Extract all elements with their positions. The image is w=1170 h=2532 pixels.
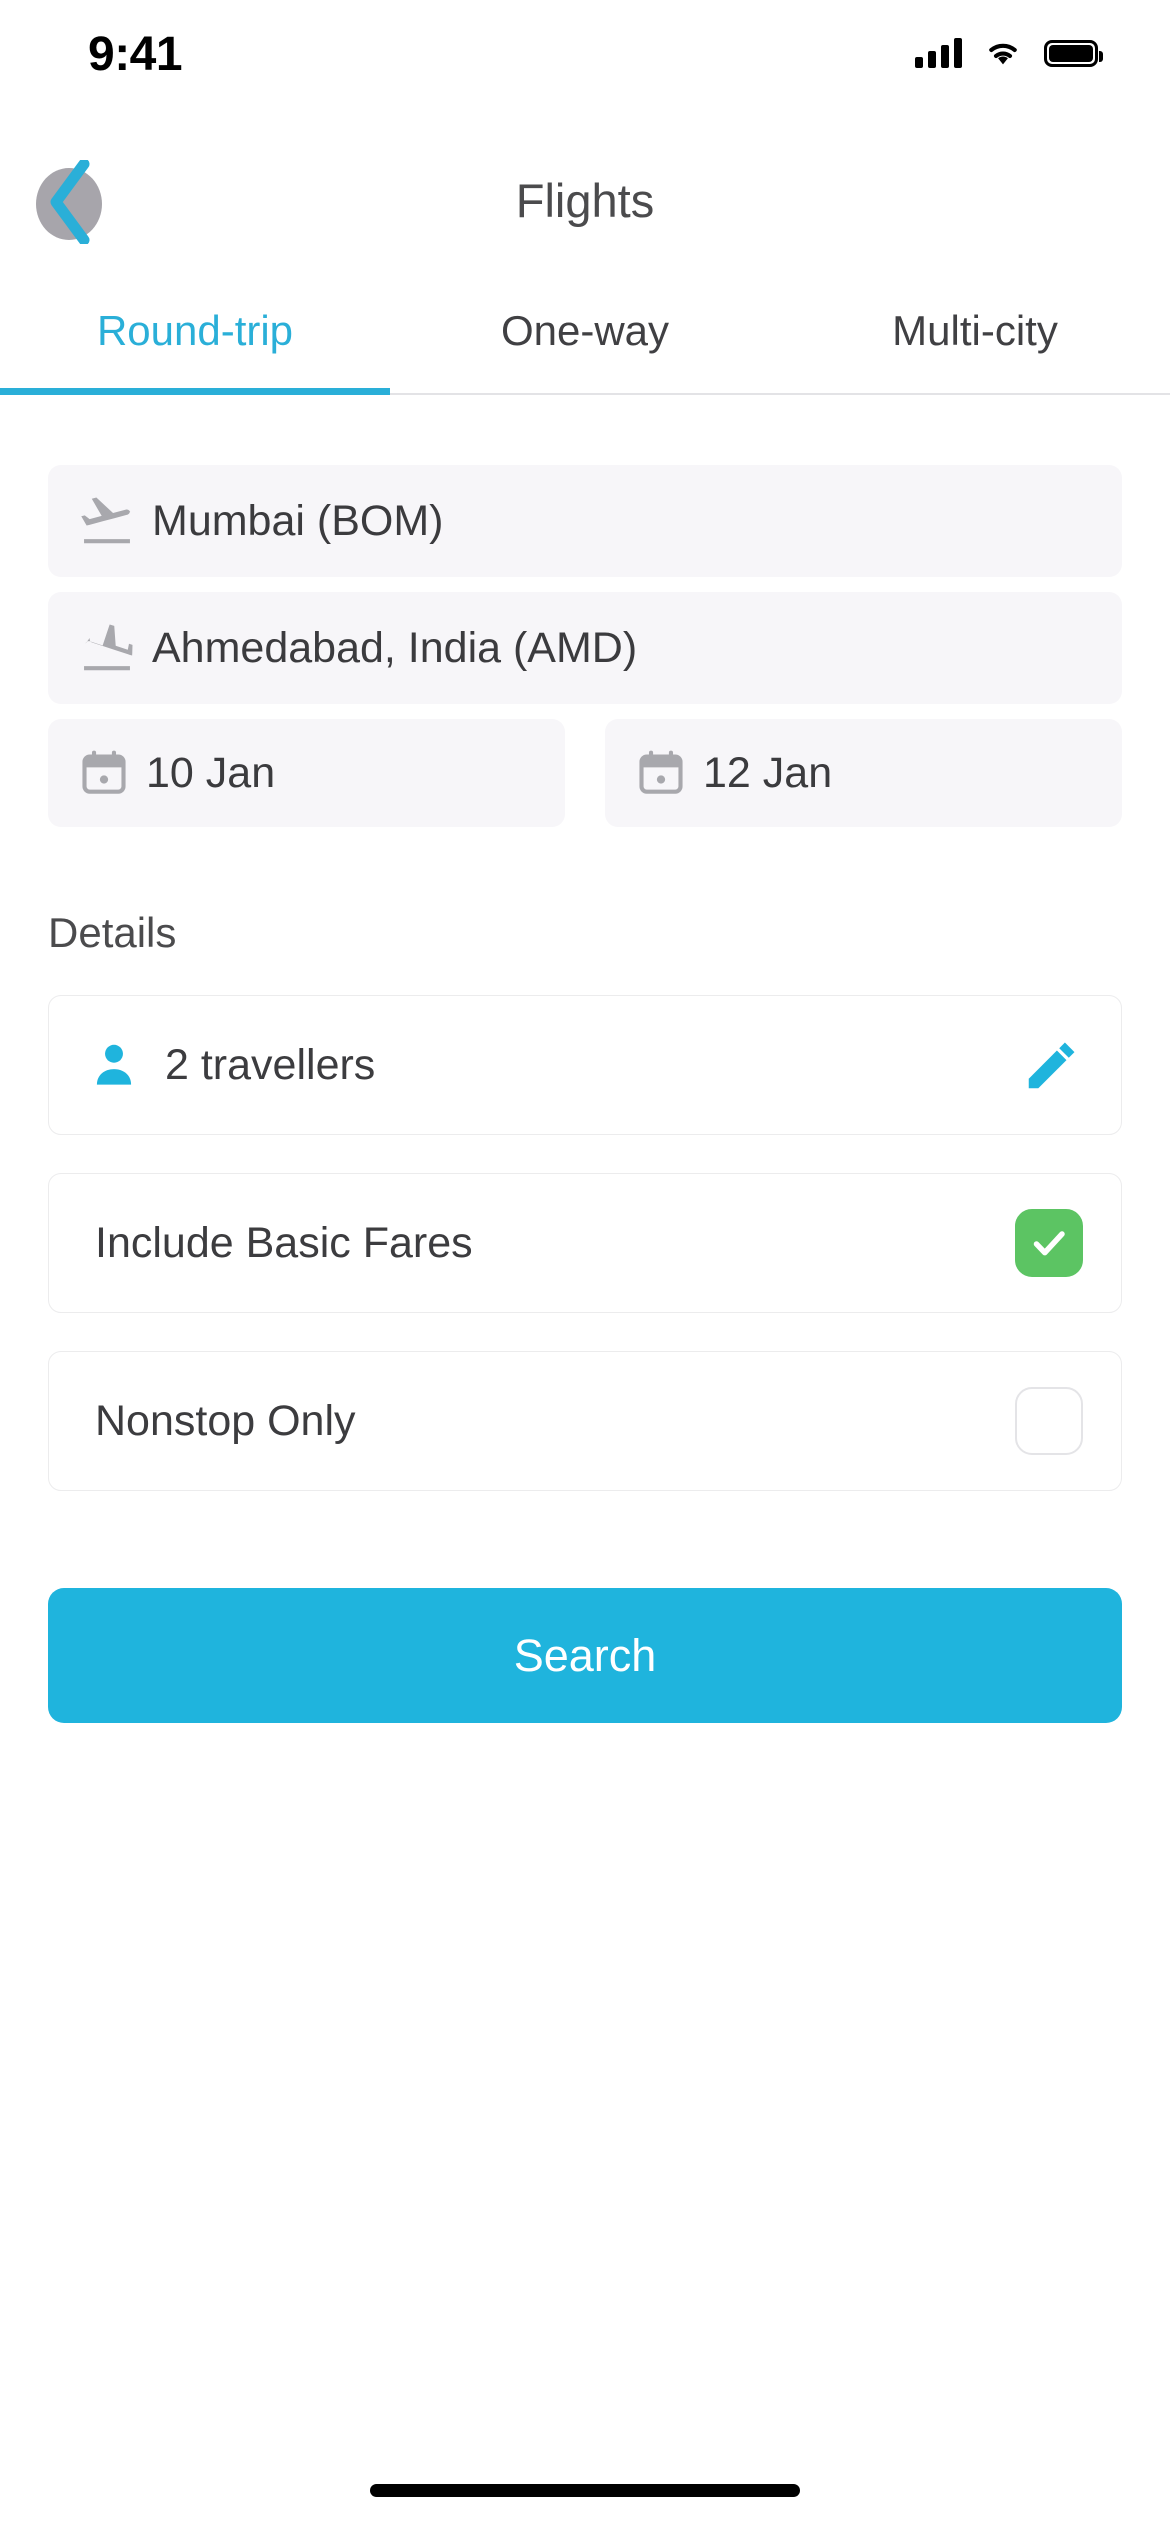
destination-value: Ahmedabad, India (AMD) [152,623,638,672]
status-indicators [915,30,1103,68]
trip-type-tabs: Round-trip One-way Multi-city [0,285,1170,395]
include-basic-fares-checkbox[interactable] [1015,1209,1083,1277]
date-row: 10 Jan 12 Jan [48,719,1122,827]
flight-search-screen: 9:41 Flights Round-trip One-way Multi-ci… [0,0,1170,2532]
status-bar: 9:41 [0,0,1170,98]
depart-date-value: 10 Jan [146,748,276,797]
include-basic-fares-row[interactable]: Include Basic Fares [48,1173,1122,1313]
search-button[interactable]: Search [48,1588,1122,1723]
check-icon [1033,1231,1065,1256]
flight-land-icon [84,624,133,671]
nonstop-only-row[interactable]: Nonstop Only [48,1351,1122,1491]
home-indicator [370,2484,800,2497]
search-form: Mumbai (BOM) Ahmedabad, India (AMD) 10 J… [0,465,1170,1723]
travellers-label: 2 travellers [165,1040,376,1089]
include-basic-fares-label: Include Basic Fares [95,1218,473,1267]
battery-full-icon [1044,39,1103,67]
return-date-field[interactable]: 12 Jan [605,719,1122,827]
travellers-row[interactable]: 2 travellers [48,995,1122,1135]
nonstop-only-checkbox[interactable] [1015,1387,1083,1455]
wifi-icon [989,43,1017,65]
nonstop-only-label: Nonstop Only [95,1396,356,1445]
return-date-value: 12 Jan [703,748,833,797]
flight-takeoff-icon [81,497,131,544]
navigation-bar: Flights [0,148,1170,253]
details-heading: Details [48,909,177,956]
cellular-signal-icon [915,38,962,68]
calendar-icon [639,750,683,794]
travellers-left: 2 travellers [89,1040,375,1090]
person-icon [96,1044,132,1085]
origin-field[interactable]: Mumbai (BOM) [48,465,1122,577]
calendar-icon [82,750,126,794]
tab-one-way[interactable]: One-way [390,285,780,395]
pencil-edit-icon[interactable] [1021,1034,1083,1096]
tab-multi-city[interactable]: Multi-city [780,285,1170,395]
tab-round-trip[interactable]: Round-trip [0,285,390,395]
status-time: 9:41 [88,27,183,81]
depart-date-field[interactable]: 10 Jan [48,719,565,827]
page-title: Flights [515,174,655,227]
origin-value: Mumbai (BOM) [152,496,444,545]
destination-field[interactable]: Ahmedabad, India (AMD) [48,592,1122,704]
